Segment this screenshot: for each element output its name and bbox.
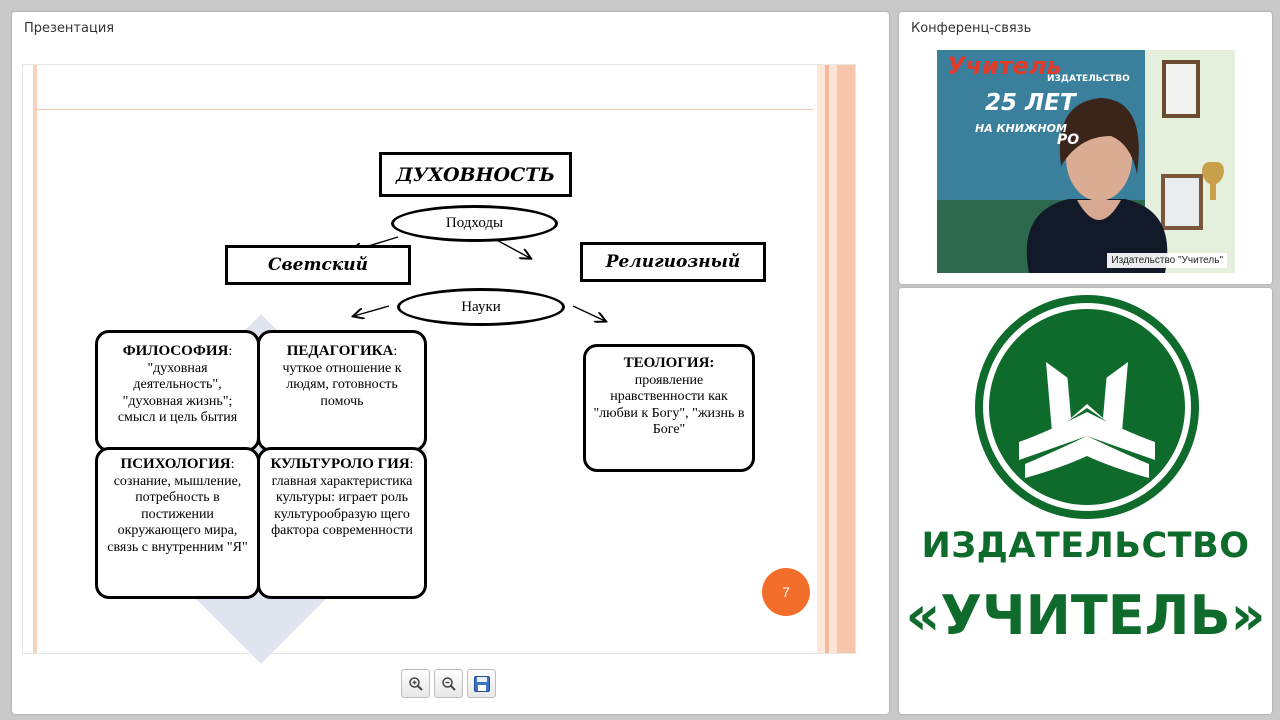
participant-name: Издательство "Учитель" (1107, 253, 1227, 268)
slide: ДУХОВНОСТЬ Подходы Светский Религиозный … (22, 64, 856, 664)
banner-end: РО (1057, 132, 1080, 148)
video-feed[interactable]: Учитель ИЗДАТЕЛЬСТВО 25 ЛЕТ НА КНИЖНОМ Р… (937, 50, 1235, 273)
node-spirituality: ДУХОВНОСТЬ (379, 152, 572, 197)
zoom-out-button[interactable] (434, 669, 463, 698)
publisher-name-line2: «УЧИТЕЛЬ» (905, 584, 1266, 647)
node-sciences: Науки (397, 288, 565, 326)
banner-line: НА КНИЖНОМ (975, 122, 1067, 135)
card-philosophy-head: ФИЛОСОФИЯ (122, 343, 229, 359)
save-button[interactable] (467, 669, 496, 698)
presentation-title: Презентация (24, 21, 115, 36)
card-psychology-head: ПСИХОЛОГИЯ (120, 456, 231, 472)
node-approaches: Подходы (391, 205, 558, 242)
node-secular: Светский (225, 245, 411, 285)
card-theology-head: ТЕОЛОГИЯ: (623, 355, 715, 371)
slide-page-number: 7 (762, 568, 810, 616)
card-pedagogy: ПЕДАГОГИКА: чуткое отношение к людям, го… (257, 330, 427, 452)
presentation-panel: Презентация ДУХОВНОСТЬ Подходы Светский … (12, 12, 889, 714)
card-pedagogy-head: ПЕДАГОГИКА (286, 343, 394, 359)
conference-panel: Конференц-связь Учитель ИЗДАТЕЛЬСТВО 25 … (899, 12, 1272, 284)
card-culturology-head: КУЛЬТУРОЛО ГИЯ (270, 456, 410, 472)
zoom-out-icon (441, 676, 456, 691)
banner-title: Учитель (947, 52, 1062, 80)
card-culturology: КУЛЬТУРОЛО ГИЯ: главная характеристика к… (257, 447, 427, 599)
publisher-name-line1: ИЗДАТЕЛЬСТВО (921, 526, 1250, 566)
save-icon (473, 675, 490, 692)
zoom-in-button[interactable] (401, 669, 430, 698)
publisher-logo-icon (975, 295, 1199, 519)
card-philosophy: ФИЛОСОФИЯ: "духовная деятельность", "дух… (95, 330, 260, 452)
logo-panel: ИЗДАТЕЛЬСТВО «УЧИТЕЛЬ» (899, 288, 1272, 714)
zoom-in-icon (408, 676, 423, 691)
slide-toolbar (401, 669, 496, 698)
card-theology-text: проявление нравственности как "любви к Б… (593, 372, 745, 438)
card-theology: ТЕОЛОГИЯ: проявление нравственности как "… (583, 344, 755, 472)
banner-years: 25 ЛЕТ (985, 90, 1076, 116)
card-psychology: ПСИХОЛОГИЯ: сознание, мышление, потребно… (95, 447, 260, 599)
node-religious: Религиозный (580, 242, 766, 282)
conference-title: Конференц-связь (911, 21, 1032, 36)
banner-publisher: ИЗДАТЕЛЬСТВО (1047, 74, 1130, 84)
